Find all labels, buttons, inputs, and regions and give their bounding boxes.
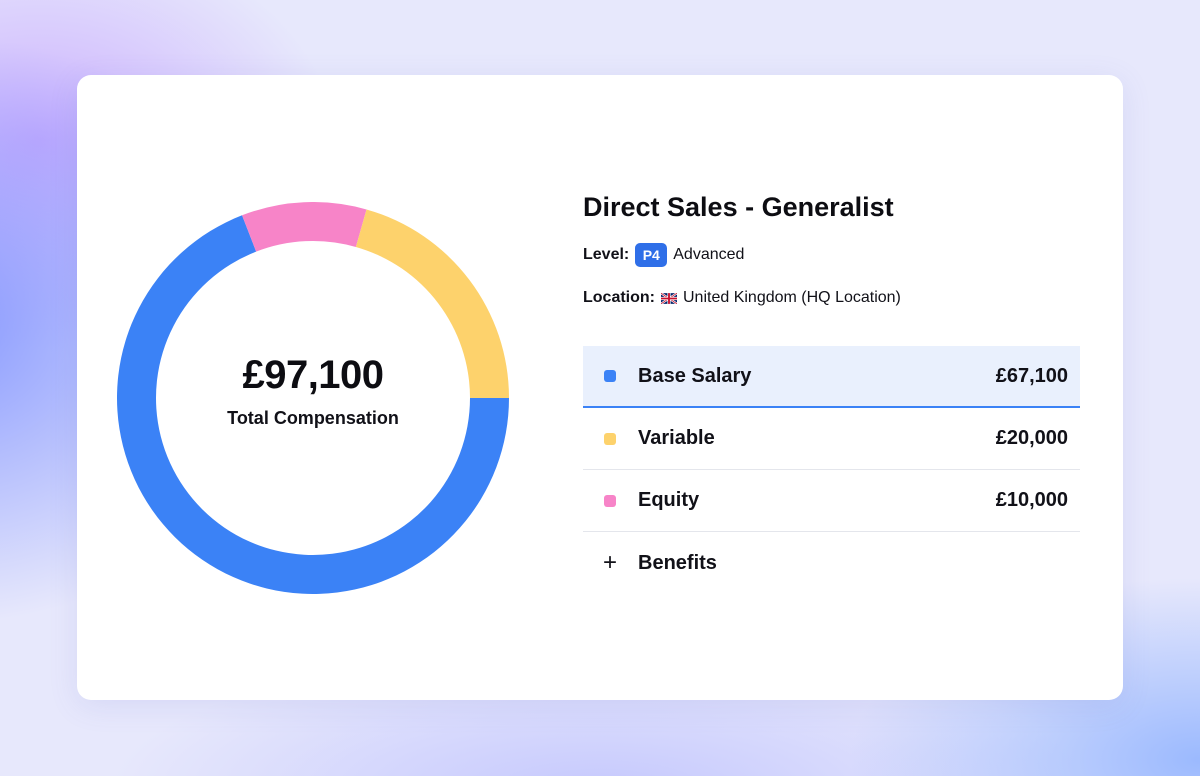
level-badge: P4 xyxy=(635,243,668,267)
comp-row-base-salary[interactable]: Base Salary £67,100 xyxy=(583,346,1080,408)
variable-swatch xyxy=(604,432,616,445)
location-value: United Kingdom (HQ Location) xyxy=(683,289,901,306)
comp-row-variable[interactable]: Variable £20,000 xyxy=(583,408,1080,470)
base-salary-swatch xyxy=(604,370,616,382)
role-title: Direct Sales - Generalist xyxy=(583,192,894,222)
comp-name: Equity xyxy=(638,489,700,511)
level-name: Advanced xyxy=(673,246,745,263)
plus-icon[interactable]: + xyxy=(603,551,617,575)
level-row: Level: P4 Advanced xyxy=(583,242,744,268)
comp-name: Variable xyxy=(638,427,715,449)
comp-value: £20,000 xyxy=(995,427,1068,449)
location-label: Location: xyxy=(583,289,655,306)
compensation-breakdown-list: Base Salary £67,100 Variable £20,000 Equ… xyxy=(583,346,1080,594)
total-compensation-value: £97,100 xyxy=(242,353,384,397)
equity-swatch xyxy=(604,494,616,507)
compensation-donut-chart: £97,100 Total Compensation xyxy=(117,202,509,594)
role-info: Direct Sales - Generalist Level: P4 Adva… xyxy=(583,190,1080,306)
comp-value: £10,000 xyxy=(995,489,1068,511)
uk-flag-icon xyxy=(661,292,677,304)
donut-center: £97,100 Total Compensation xyxy=(117,202,509,594)
benefits-label: Benefits xyxy=(638,551,717,574)
location-row: Location: United Kingdom (HQ Location) xyxy=(583,285,901,311)
comp-name: Base Salary xyxy=(638,364,752,387)
total-compensation-label: Total Compensation xyxy=(227,408,399,428)
level-label: Level: xyxy=(583,246,630,263)
benefits-expand-row[interactable]: + Benefits xyxy=(583,532,1080,594)
comp-row-equity[interactable]: Equity £10,000 xyxy=(583,470,1080,532)
comp-value: £67,100 xyxy=(995,364,1068,387)
